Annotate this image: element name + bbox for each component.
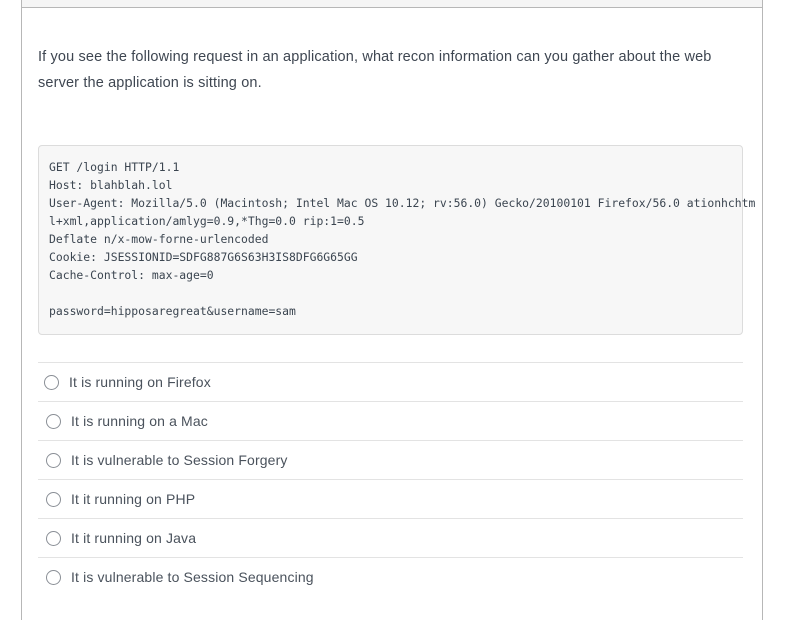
answer-option-label: It is vulnerable to Session Sequencing: [71, 569, 314, 585]
answer-option-label: It is running on a Mac: [71, 413, 208, 429]
http-request-code-block: GET /login HTTP/1.1 Host: blahblah.lol Use…: [38, 145, 756, 335]
question-prompt: If you see the following request in an a…: [38, 49, 712, 91]
answer-option-row[interactable]: It is running on Firefox: [38, 362, 743, 401]
answer-option-label: It it running on Java: [71, 530, 197, 546]
answer-option-label: It it running on PHP: [71, 491, 196, 507]
answer-option-row[interactable]: It it running on PHP: [38, 479, 743, 518]
http-request-lines: GET /login HTTP/1.1 Host: blahblah.lol Use…: [49, 158, 756, 320]
code-line: GET /login HTTP/1.1: [49, 160, 180, 174]
code-line: Cache-Control: max-age=0: [49, 268, 214, 282]
answer-options-list: It is running on Firefox It is running on…: [38, 362, 743, 596]
radio-button-icon[interactable]: [46, 530, 61, 546]
radio-button-icon[interactable]: [44, 374, 59, 390]
code-line: Host: blahblah.lol: [49, 178, 173, 192]
answer-option-row[interactable]: It is vulnerable to Session Forgery: [38, 440, 743, 479]
code-line: User-Agent: Mozilla/5.0 (Macintosh; Inte…: [49, 196, 756, 210]
quiz-card-header-strip: [21, 0, 763, 8]
answer-option-label: It is vulnerable to Session Forgery: [71, 452, 288, 468]
code-line: l+xml,application/amlyg=0.9,*Thg=0.0 rip…: [49, 214, 365, 228]
answer-option-label: It is running on Firefox: [69, 374, 211, 390]
code-line: Cookie: JSESSIONID=SDFG887G6S63H3IS8DFG6…: [49, 250, 358, 264]
code-line: password=hipposaregreat&username=sam: [49, 304, 296, 318]
radio-button-icon[interactable]: [46, 413, 61, 429]
radio-button-icon[interactable]: [46, 452, 61, 468]
radio-button-icon[interactable]: [46, 569, 61, 585]
radio-button-icon[interactable]: [46, 491, 61, 507]
code-line: Deflate n/x-mow-forne-urlencoded: [49, 232, 269, 246]
answer-option-row[interactable]: It is vulnerable to Session Sequencing: [38, 557, 743, 596]
answer-option-row[interactable]: It it running on Java: [38, 518, 743, 557]
answer-option-row[interactable]: It is running on a Mac: [38, 401, 743, 440]
